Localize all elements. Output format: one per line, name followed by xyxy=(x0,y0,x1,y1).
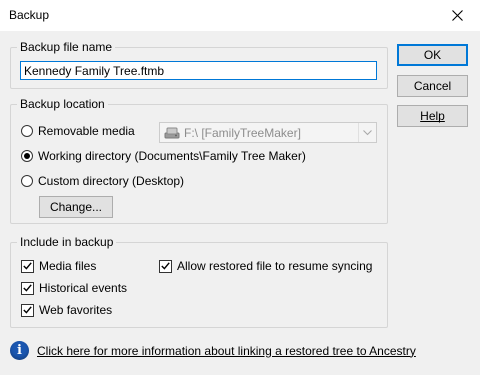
radio-circle xyxy=(21,175,33,187)
cancel-button[interactable]: Cancel xyxy=(397,75,468,97)
info-icon: i xyxy=(10,341,29,360)
checkbox-web-favorites[interactable]: Web favorites xyxy=(21,303,112,317)
checkmark-icon xyxy=(161,262,170,270)
radio-working-directory[interactable]: Working directory (Documents\Family Tree… xyxy=(21,149,306,163)
checkmark-icon xyxy=(23,306,32,314)
backup-location-group-label: Backup location xyxy=(17,97,108,111)
checkbox-web-favorites-label: Web favorites xyxy=(39,303,113,317)
help-button[interactable]: Help xyxy=(397,105,468,127)
backup-file-group-label: Backup file name xyxy=(17,40,116,54)
include-in-backup-group: Include in backup Media files Historical… xyxy=(10,235,388,328)
drive-combo-dropdown[interactable] xyxy=(358,123,376,142)
drive-combo-value: F:\ [FamilyTreeMaker] xyxy=(184,125,301,140)
radio-circle xyxy=(21,150,33,162)
radio-custom-directory-label: Custom directory (Desktop) xyxy=(38,174,185,188)
checkbox-box xyxy=(21,303,34,317)
checkmark-icon xyxy=(23,284,32,292)
checkbox-allow-resume-syncing[interactable]: Allow restored file to resume syncing xyxy=(159,259,372,273)
checkbox-media-files-label: Media files xyxy=(39,259,97,273)
radio-removable-media[interactable]: Removable media xyxy=(21,124,135,138)
change-button[interactable]: Change... xyxy=(39,196,113,218)
ok-button[interactable]: OK xyxy=(397,44,468,66)
ancestry-info-link[interactable]: i Click here for more information about … xyxy=(10,341,416,360)
close-icon xyxy=(451,10,463,21)
checkbox-historical-events[interactable]: Historical events xyxy=(21,281,127,295)
backup-file-name-input[interactable] xyxy=(20,61,377,80)
window-title: Backup xyxy=(9,8,50,22)
title-bar: Backup xyxy=(0,0,480,31)
backup-location-group: Backup location Removable media F:\ [Fam… xyxy=(10,97,388,224)
backup-file-group: Backup file name xyxy=(10,40,388,89)
checkbox-box xyxy=(159,259,172,273)
checkbox-historical-events-label: Historical events xyxy=(39,281,128,295)
radio-circle xyxy=(21,125,33,137)
drive-icon xyxy=(164,127,180,139)
dialog-body: Backup file name OK Cancel Help Backup l… xyxy=(0,31,480,375)
checkbox-box xyxy=(21,281,34,295)
close-button[interactable] xyxy=(434,0,480,31)
chevron-down-icon xyxy=(363,129,372,135)
drive-combo[interactable]: F:\ [FamilyTreeMaker] xyxy=(159,122,377,143)
radio-custom-directory[interactable]: Custom directory (Desktop) xyxy=(21,174,184,188)
checkbox-box xyxy=(21,259,34,273)
radio-selected-dot xyxy=(24,153,30,159)
checkbox-allow-resume-syncing-label: Allow restored file to resume syncing xyxy=(177,259,373,273)
radio-working-directory-label: Working directory (Documents\Family Tree… xyxy=(38,149,306,163)
radio-removable-media-label: Removable media xyxy=(38,124,135,138)
checkmark-icon xyxy=(23,262,32,270)
help-button-label: Help xyxy=(420,109,445,123)
include-group-label: Include in backup xyxy=(17,235,117,249)
ancestry-info-link-text[interactable]: Click here for more information about li… xyxy=(37,344,416,358)
checkbox-media-files[interactable]: Media files xyxy=(21,259,96,273)
